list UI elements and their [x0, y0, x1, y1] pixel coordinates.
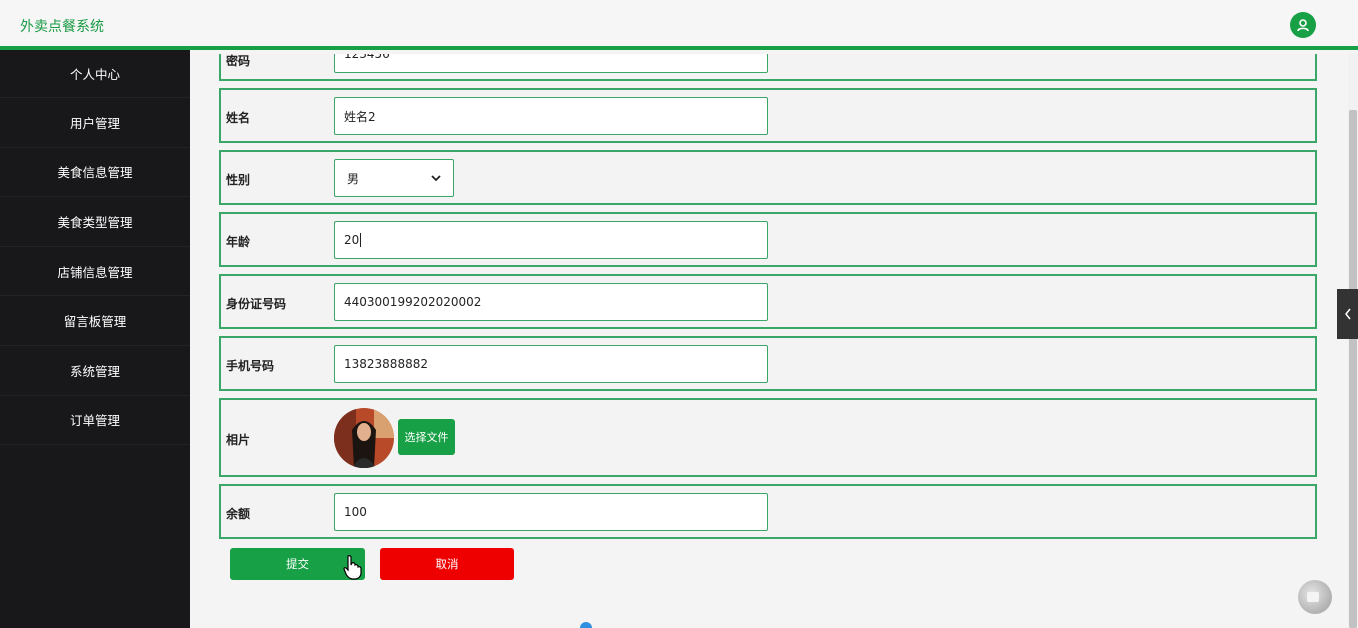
age-value: 20	[344, 233, 360, 247]
balance-label: 余额	[226, 507, 251, 521]
sidebar-item-personal-center[interactable]: 个人中心	[0, 50, 190, 98]
loading-indicator	[580, 622, 592, 628]
sidebar-item-message-board[interactable]: 留言板管理	[0, 296, 190, 346]
scrollbar-thumb[interactable]	[1349, 110, 1357, 628]
main-content: 密码 123456 姓名 姓名2 性别 男 年龄 20 身份证号码 440300…	[190, 54, 1340, 628]
text-caret	[360, 233, 362, 247]
sidebar-item-users[interactable]: 用户管理	[0, 98, 190, 148]
name-row: 姓名 姓名2	[219, 88, 1317, 143]
sidebar-item-food-info[interactable]: 美食信息管理	[0, 148, 190, 198]
balance-row: 余额 100	[219, 484, 1317, 539]
age-input[interactable]: 20	[334, 221, 768, 259]
chevron-left-icon	[1344, 308, 1351, 320]
password-input[interactable]: 123456	[334, 54, 768, 73]
top-bar: 外卖点餐系统	[0, 0, 1358, 50]
password-row: 密码 123456	[219, 54, 1317, 81]
id-card-label: 身份证号码	[226, 297, 287, 311]
app-title: 外卖点餐系统	[20, 19, 104, 35]
user-icon	[1297, 19, 1309, 32]
name-label: 姓名	[226, 111, 251, 125]
photo-label: 相片	[226, 433, 251, 447]
gender-select[interactable]: 男	[334, 159, 454, 197]
profile-photo-image	[334, 408, 394, 468]
sidebar-item-shop-info[interactable]: 店铺信息管理	[0, 247, 190, 297]
cancel-button[interactable]: 取消	[380, 548, 514, 580]
id-card-row: 身份证号码 440300199202020002	[219, 274, 1317, 329]
hand-pointer-icon	[343, 555, 362, 580]
sidebar-item-orders[interactable]: 订单管理	[0, 396, 190, 446]
password-label: 密码	[226, 54, 251, 68]
chat-icon	[1307, 592, 1319, 602]
phone-row: 手机号码 13823888882	[219, 336, 1317, 391]
side-panel-toggle[interactable]	[1337, 289, 1358, 339]
sidebar: 个人中心 用户管理 美食信息管理 美食类型管理 店铺信息管理 留言板管理 系统管…	[0, 50, 190, 628]
choose-file-button[interactable]: 选择文件	[398, 419, 455, 455]
sidebar-item-food-types[interactable]: 美食类型管理	[0, 197, 190, 247]
photo-preview	[334, 408, 394, 468]
gender-row: 性别 男	[219, 150, 1317, 205]
page-scrollbar[interactable]	[1348, 54, 1358, 628]
phone-input[interactable]: 13823888882	[334, 345, 768, 383]
age-row: 年龄 20	[219, 212, 1317, 267]
sidebar-item-system[interactable]: 系统管理	[0, 346, 190, 396]
id-card-input[interactable]: 440300199202020002	[334, 283, 768, 321]
balance-input[interactable]: 100	[334, 493, 768, 531]
gender-label: 性别	[226, 173, 251, 187]
chevron-down-icon	[431, 175, 441, 181]
photo-row: 相片 选择文件	[219, 398, 1317, 477]
age-label: 年龄	[226, 235, 251, 249]
floating-assistant-button[interactable]	[1298, 580, 1332, 614]
phone-label: 手机号码	[226, 359, 275, 373]
name-input[interactable]: 姓名2	[334, 97, 768, 135]
user-avatar-button[interactable]	[1290, 12, 1316, 38]
gender-selected-value: 男	[347, 171, 360, 186]
